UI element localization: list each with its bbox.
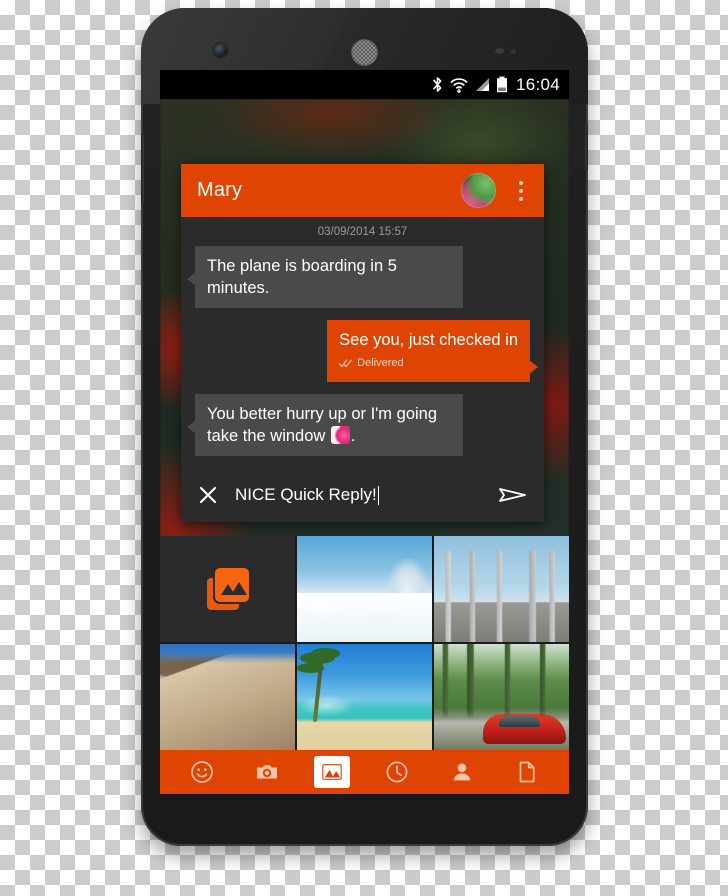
gallery-thumbnail-snowy-forest[interactable]: [297, 536, 432, 642]
message-text-suffix: .: [350, 427, 356, 445]
gallery-thumbnail-industrial-plant[interactable]: [434, 536, 569, 642]
message-text: See you, just checked in: [339, 331, 518, 349]
front-camera-icon: [214, 44, 227, 57]
message-text: You better hurry up or I'm going take th…: [207, 405, 438, 445]
proximity-sensor-icon: [495, 48, 504, 54]
industrial-plant-photo: [434, 536, 569, 642]
snowy-forest-photo: [297, 536, 432, 642]
conversation-timestamp: 03/09/2014 15:57: [317, 226, 408, 238]
status-bar: 16:04: [160, 70, 569, 99]
message-row-outgoing: See you, just checked in Delivered: [181, 320, 544, 394]
house-window: [200, 680, 218, 702]
gallery-picker-icon: [206, 568, 249, 610]
wifi-icon: [450, 76, 468, 93]
message-bubble-incoming[interactable]: The plane is boarding in 5 minutes.: [187, 246, 463, 308]
contact-name: Mary: [197, 179, 243, 201]
volume-button[interactable]: [141, 134, 144, 204]
chat-header: Mary: [181, 164, 544, 217]
message-list: 03/09/2014 15:57 The plane is boarding i…: [181, 217, 544, 468]
gallery-thumbnail-red-car[interactable]: [434, 644, 569, 750]
message-row-incoming: The plane is boarding in 5 minutes.: [181, 246, 544, 320]
send-icon[interactable]: [496, 481, 530, 509]
red-sports-car-photo: [434, 644, 569, 750]
message-input-value: NICE Quick Reply!: [235, 485, 377, 504]
menu-dot: [519, 188, 523, 193]
thumbs-up-emoji: [330, 426, 350, 444]
message-row-incoming: You better hurry up or I'm going take th…: [181, 394, 544, 468]
message-text: The plane is boarding in 5 minutes.: [207, 257, 397, 297]
house-window: [235, 686, 252, 710]
red-car: [482, 713, 567, 744]
cellular-signal-icon: [474, 77, 490, 92]
emoji-smiley-icon[interactable]: [184, 756, 220, 788]
menu-dot: [519, 196, 523, 201]
image-picker-grid: [160, 536, 569, 750]
quick-reply-chat-panel: Mary 03/09/2014 15:57 The plane is board…: [181, 164, 544, 522]
light-sensor-icon: [511, 49, 516, 54]
contact-avatar[interactable]: [461, 173, 496, 208]
overflow-menu-icon[interactable]: [508, 172, 534, 210]
battery-icon: [496, 76, 508, 93]
palm-frond: [310, 648, 341, 659]
smartphone-device: 16:04 Mary 03/09/2014 15:57 The plane is…: [141, 8, 588, 846]
house-window: [176, 675, 196, 699]
attachment-toolbar: [160, 750, 569, 794]
gallery-image-icon[interactable]: [314, 756, 351, 788]
camera-icon[interactable]: [249, 756, 285, 788]
close-icon[interactable]: [195, 482, 221, 508]
gallery-thumbnail-stone-house[interactable]: [160, 644, 295, 750]
text-caret: [377, 485, 379, 505]
document-file-icon[interactable]: [509, 756, 545, 788]
message-input-row: NICE Quick Reply!: [181, 468, 544, 522]
earpiece-speaker-icon: [351, 39, 378, 66]
power-button[interactable]: [585, 124, 588, 170]
phone-screen: 16:04 Mary 03/09/2014 15:57 The plane is…: [160, 70, 569, 794]
gallery-thumbnail-tropical-beach[interactable]: [297, 644, 432, 750]
gallery-picker-cell[interactable]: [160, 536, 295, 642]
delivery-status: Delivered: [339, 352, 518, 378]
message-input[interactable]: NICE Quick Reply!: [235, 485, 496, 505]
stone-house-photo: [160, 644, 295, 750]
clock-recent-icon[interactable]: [379, 756, 415, 788]
palm-frond: [297, 663, 324, 673]
tropical-beach-photo: [297, 644, 432, 750]
delivered-label: Delivered: [357, 357, 404, 369]
message-bubble-incoming[interactable]: You better hurry up or I'm going take th…: [187, 394, 463, 456]
status-bar-clock: 16:04: [515, 74, 560, 94]
menu-dot: [519, 180, 523, 185]
bluetooth-icon: [431, 76, 444, 93]
gallery-icon-front: [214, 568, 249, 602]
contact-person-icon[interactable]: [444, 756, 480, 788]
double-check-icon: [339, 359, 352, 367]
house-window: [178, 713, 200, 736]
message-bubble-outgoing[interactable]: See you, just checked in Delivered: [327, 320, 538, 382]
